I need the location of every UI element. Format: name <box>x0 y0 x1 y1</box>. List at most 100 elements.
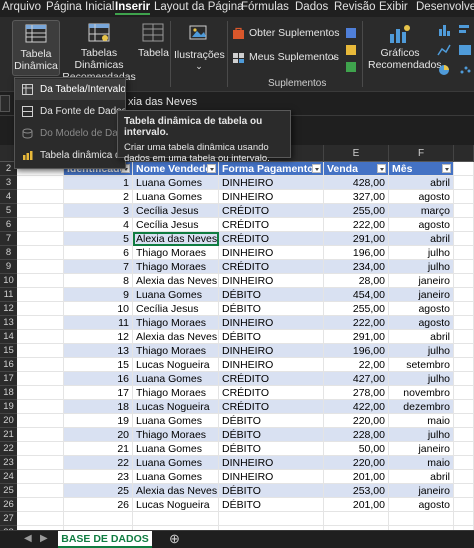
cell[interactable]: DINHEIRO <box>219 344 324 358</box>
name-box[interactable] <box>0 95 10 112</box>
cell[interactable] <box>17 442 64 456</box>
row-header[interactable]: 23 <box>0 456 17 470</box>
cell[interactable]: Mês <box>389 162 454 176</box>
cell[interactable]: DINHEIRO <box>219 456 324 470</box>
cell[interactable]: Thiago Moraes <box>133 344 219 358</box>
cell[interactable]: 15 <box>64 358 133 372</box>
cell[interactable] <box>454 470 474 484</box>
cell[interactable]: DÉBITO <box>219 498 324 512</box>
hierarchy-chart-icon[interactable] <box>458 43 472 57</box>
cell[interactable]: 291,00 <box>324 330 389 344</box>
cell[interactable]: 255,00 <box>324 204 389 218</box>
cell[interactable]: CRÉDITO <box>219 204 324 218</box>
row-header[interactable]: 5 <box>0 204 17 218</box>
cell[interactable] <box>17 372 64 386</box>
cell[interactable] <box>17 232 64 246</box>
bing-maps-icon[interactable] <box>345 44 357 56</box>
table-button[interactable]: Tabela <box>138 20 169 76</box>
cell[interactable]: 228,00 <box>324 428 389 442</box>
cell[interactable]: Lucas Nogueira <box>133 400 219 414</box>
menu-item-from-table-range[interactable]: Da Tabela/Intervalo <box>15 79 125 100</box>
cell[interactable] <box>17 260 64 274</box>
cell[interactable]: janeiro <box>389 442 454 456</box>
cell[interactable] <box>64 512 133 526</box>
menu-revisao[interactable]: Revisão <box>334 1 376 13</box>
cell[interactable] <box>454 498 474 512</box>
cell[interactable]: julho <box>389 372 454 386</box>
pie-chart-icon[interactable] <box>437 63 451 77</box>
cell[interactable]: novembro <box>389 386 454 400</box>
cell[interactable]: setembro <box>389 358 454 372</box>
cell[interactable] <box>454 246 474 260</box>
cell[interactable]: março <box>389 204 454 218</box>
cell[interactable]: dezembro <box>389 400 454 414</box>
cell[interactable]: agosto <box>389 218 454 232</box>
cell[interactable] <box>454 484 474 498</box>
cell[interactable]: 278,00 <box>324 386 389 400</box>
cell[interactable]: 6 <box>64 246 133 260</box>
row-header[interactable]: 18 <box>0 386 17 400</box>
cell[interactable]: 220,00 <box>324 456 389 470</box>
active-cell[interactable]: Alexia das Neves <box>133 232 219 246</box>
cell[interactable] <box>17 358 64 372</box>
cell[interactable] <box>454 456 474 470</box>
cell[interactable] <box>17 176 64 190</box>
cell[interactable]: CRÉDITO <box>219 260 324 274</box>
cell[interactable] <box>17 484 64 498</box>
cell[interactable]: DÉBITO <box>219 484 324 498</box>
row-header[interactable]: 9 <box>0 260 17 274</box>
row-header[interactable]: 10 <box>0 274 17 288</box>
cell[interactable] <box>454 358 474 372</box>
cell[interactable]: 201,00 <box>324 498 389 512</box>
row-header[interactable]: 20 <box>0 414 17 428</box>
cell[interactable]: CRÉDITO <box>219 372 324 386</box>
row-header[interactable]: 17 <box>0 372 17 386</box>
cell[interactable]: 2 <box>64 190 133 204</box>
row-header[interactable]: 12 <box>0 302 17 316</box>
cell[interactable]: julho <box>389 428 454 442</box>
line-chart-icon[interactable] <box>437 43 451 57</box>
cell[interactable] <box>17 190 64 204</box>
cell[interactable]: Alexia das Neves <box>133 484 219 498</box>
row-header[interactable]: 27 <box>0 512 17 526</box>
cell[interactable] <box>17 274 64 288</box>
cell[interactable]: julho <box>389 344 454 358</box>
cell[interactable] <box>17 204 64 218</box>
cell[interactable] <box>454 232 474 246</box>
cell[interactable] <box>454 302 474 316</box>
cell[interactable]: 26 <box>64 498 133 512</box>
cell[interactable]: julho <box>389 260 454 274</box>
cell[interactable] <box>454 218 474 232</box>
cell[interactable]: 17 <box>64 386 133 400</box>
cell[interactable]: Luana Gomes <box>133 176 219 190</box>
cell[interactable]: Thiago Moraes <box>133 428 219 442</box>
menu-exibir[interactable]: Exibir <box>379 1 408 13</box>
row-header[interactable]: 14 <box>0 330 17 344</box>
visio-icon[interactable] <box>345 27 357 39</box>
cell[interactable] <box>17 512 64 526</box>
cell[interactable]: Thiago Moraes <box>133 386 219 400</box>
illustrations-button[interactable]: Ilustrações ⌄ <box>174 20 225 76</box>
cell[interactable] <box>219 512 324 526</box>
cell[interactable]: janeiro <box>389 288 454 302</box>
cell[interactable]: 4 <box>64 218 133 232</box>
row-header[interactable]: 26 <box>0 498 17 512</box>
cell[interactable] <box>454 176 474 190</box>
cell[interactable]: 10 <box>64 302 133 316</box>
cell[interactable]: agosto <box>389 316 454 330</box>
cell[interactable] <box>454 288 474 302</box>
cell[interactable]: abril <box>389 330 454 344</box>
cell[interactable] <box>17 302 64 316</box>
cell[interactable]: 222,00 <box>324 218 389 232</box>
cell[interactable]: maio <box>389 456 454 470</box>
cell[interactable]: 1 <box>64 176 133 190</box>
cell[interactable]: Forma Pagamento <box>219 162 324 176</box>
cell[interactable]: agosto <box>389 498 454 512</box>
cell[interactable] <box>454 442 474 456</box>
cell[interactable]: Lucas Nogueira <box>133 498 219 512</box>
cell[interactable] <box>17 218 64 232</box>
cell[interactable]: 11 <box>64 316 133 330</box>
cell[interactable]: 220,00 <box>324 414 389 428</box>
cell[interactable] <box>454 372 474 386</box>
cell[interactable]: Venda <box>324 162 389 176</box>
